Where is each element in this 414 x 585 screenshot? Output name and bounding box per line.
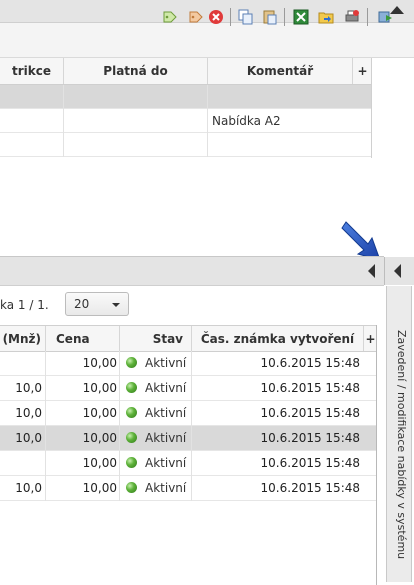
toolbar (0, 23, 414, 58)
cell-cas-znamka: 10.6.2015 15:48 (260, 356, 360, 370)
chevron-down-icon (112, 303, 120, 307)
column-header-komentar[interactable]: Komentář (208, 58, 353, 84)
cell-stav: Aktivní (145, 481, 187, 495)
table-row[interactable]: 10,0 10,00 Aktivní 10.6.2015 15:48 (0, 476, 377, 501)
table-row[interactable]: 10,00 Aktivní 10.6.2015 15:48 (0, 451, 377, 476)
table-row[interactable]: 10,0 10,00 Aktivní 10.6.2015 15:48 (0, 376, 377, 401)
column-header-platna-do[interactable]: Platná do (64, 58, 208, 84)
status-active-icon (126, 407, 137, 418)
collapse-left-icon[interactable] (368, 264, 375, 278)
status-active-icon (126, 457, 137, 468)
status-active-icon (126, 482, 137, 493)
lower-panel-header (0, 257, 384, 286)
cell-cena: 10,00 (82, 356, 117, 370)
cell-cas-znamka: 10.6.2015 15:48 (260, 406, 360, 420)
page-size-value: 20 (74, 297, 90, 311)
side-panel-title: Zavedení / modifikace nabídky v systému (395, 330, 408, 560)
print-icon[interactable] (344, 9, 360, 25)
column-divider (207, 85, 208, 157)
table-row[interactable] (0, 85, 372, 109)
cell-stav: Aktivní (145, 431, 187, 445)
status-active-icon (126, 432, 137, 443)
cell-cena: 10,00 (82, 456, 117, 470)
open-folder-icon[interactable] (318, 9, 334, 25)
paste-icon[interactable] (262, 9, 278, 25)
cell-stav: Aktivní (145, 406, 187, 420)
excel-export-icon[interactable] (293, 9, 309, 25)
toolbar-separator (367, 8, 368, 26)
cell-cas-znamka: 10.6.2015 15:48 (260, 431, 360, 445)
status-active-icon (126, 382, 137, 393)
column-header-mnozstvi[interactable]: (Mnž) (0, 326, 46, 351)
cell-cas-znamka: 10.6.2015 15:48 (260, 381, 360, 395)
table-border (376, 325, 377, 585)
pager-label: ka 1 / 1. (0, 298, 49, 312)
status-active-icon (126, 357, 137, 368)
column-header-trikce[interactable]: trikce (0, 58, 64, 84)
side-collapse-button[interactable] (384, 257, 414, 285)
cell-cena: 10,00 (82, 406, 117, 420)
column-divider (119, 351, 120, 501)
refresh-icon[interactable] (377, 9, 393, 25)
cell-cena: 10,00 (82, 381, 117, 395)
column-header-cena[interactable]: Cena (46, 326, 120, 351)
row-komentar: Nabídka A2 (212, 114, 281, 128)
column-header-cas-znamka[interactable]: Čas. známka vytvoření (192, 326, 364, 351)
table-border (371, 58, 372, 158)
table-row[interactable]: Nabídka A2 (0, 109, 372, 133)
column-divider (63, 85, 64, 157)
column-header-stav[interactable]: Stav (120, 326, 192, 351)
delete-icon[interactable] (208, 9, 224, 25)
cell-cas-znamka: 10.6.2015 15:48 (260, 481, 360, 495)
cell-stav: Aktivní (145, 456, 187, 470)
column-divider (191, 351, 192, 501)
cell-mnozstvi: 10,0 (15, 481, 42, 495)
cell-mnozstvi: 10,0 (15, 381, 42, 395)
cell-cena: 10,00 (82, 431, 117, 445)
tag-add-icon[interactable] (162, 9, 178, 25)
add-column-button[interactable]: + (353, 58, 372, 84)
cell-mnozstvi: 10,0 (15, 431, 42, 445)
toolbar-separator (284, 8, 285, 26)
toolbar-separator (230, 8, 231, 26)
table-row-selected[interactable]: 10,0 10,00 Aktivní 10.6.2015 15:48 (0, 426, 377, 451)
table-row[interactable] (0, 133, 372, 157)
lower-table-header: (Mnž) Cena Stav Čas. známka vytvoření + (0, 325, 377, 352)
table-row[interactable]: 10,0 10,00 Aktivní 10.6.2015 15:48 (0, 401, 377, 426)
column-divider (45, 351, 46, 501)
cell-mnozstvi: 10,0 (15, 406, 42, 420)
collapse-left-icon (394, 264, 401, 278)
table-row[interactable]: 10,00 Aktivní 10.6.2015 15:48 (0, 351, 377, 376)
page-size-select[interactable]: 20 (65, 292, 129, 316)
cell-stav: Aktivní (145, 381, 187, 395)
cell-cas-znamka: 10.6.2015 15:48 (260, 456, 360, 470)
tag-remove-icon[interactable] (188, 9, 204, 25)
copy-icon[interactable] (238, 9, 254, 25)
cell-stav: Aktivní (145, 356, 187, 370)
cell-cena: 10,00 (82, 481, 117, 495)
upper-table-header: trikce Platná do Komentář + (0, 58, 372, 85)
